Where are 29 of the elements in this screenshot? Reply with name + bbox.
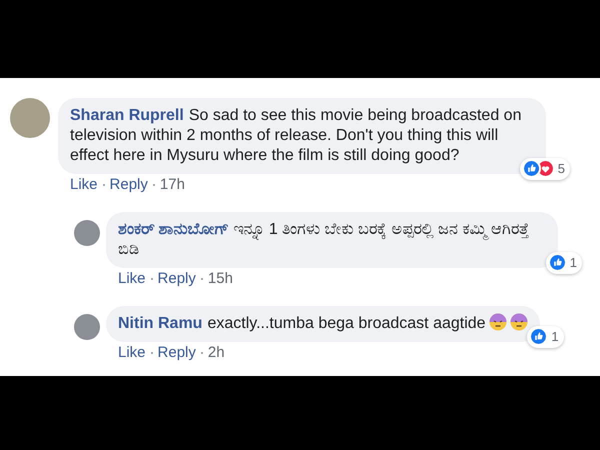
comment-text: Nitin Ramu exactly...tumba bega broadcast aagtide — [106, 306, 540, 342]
thumbs-up-icon — [548, 253, 567, 272]
comment-time: 15h — [208, 270, 233, 288]
comment-time: 2h — [208, 344, 225, 362]
emoji-icon — [488, 313, 507, 332]
comment-time: 17h — [160, 176, 185, 194]
thumbs-up-icon — [529, 327, 548, 346]
comment-action-link[interactable]: Reply — [110, 176, 148, 194]
comment-action-link[interactable]: Reply — [158, 270, 196, 288]
comment-action-link[interactable]: Like — [118, 270, 146, 288]
comment-action-link[interactable]: Like — [70, 176, 98, 194]
reaction-count: 5 — [558, 160, 566, 178]
reaction-count: 1 — [570, 254, 578, 272]
comment-text: ಶಂಕರ್ ಶಾನುಬೋಗ್ ಇನ್ನೂ 1 ತಿಂಗಳು ಬೇಕು ಬರಕ್ಕೆ ಅಪ್ಪರಲ್ಲಿ ಜನ ಕಮ್ಮಿ ಆಗಿರತ್ತೆ ಬಿಡಿ — [106, 212, 558, 268]
reaction-badge[interactable]: 1 — [527, 326, 564, 348]
reaction-badge[interactable]: 5 — [520, 158, 570, 180]
comment-action-link[interactable]: Reply — [158, 344, 196, 362]
comment-author-link[interactable]: Nitin Ramu — [118, 315, 202, 332]
comment-author-link[interactable]: Sharan Ruprell — [70, 107, 184, 124]
avatar[interactable] — [10, 98, 50, 138]
comment-author-link[interactable]: ಶಂಕರ್ ಶಾನುಬೋಗ್ — [118, 221, 228, 238]
avatar[interactable] — [74, 314, 100, 340]
reaction-count: 1 — [551, 328, 560, 346]
comment-action-link[interactable]: Like — [118, 344, 146, 362]
thumbs-up-icon — [522, 159, 541, 178]
emoji-icon — [510, 313, 528, 332]
avatar[interactable] — [74, 220, 100, 246]
comment-text: Sharan Ruprell So sad to see this movie being broadcasted on television within 2 months of release. Don't you thing this will effect here in Mysuru where the film is still doing good? — [58, 98, 546, 174]
reaction-badge[interactable]: 1 — [546, 252, 582, 274]
